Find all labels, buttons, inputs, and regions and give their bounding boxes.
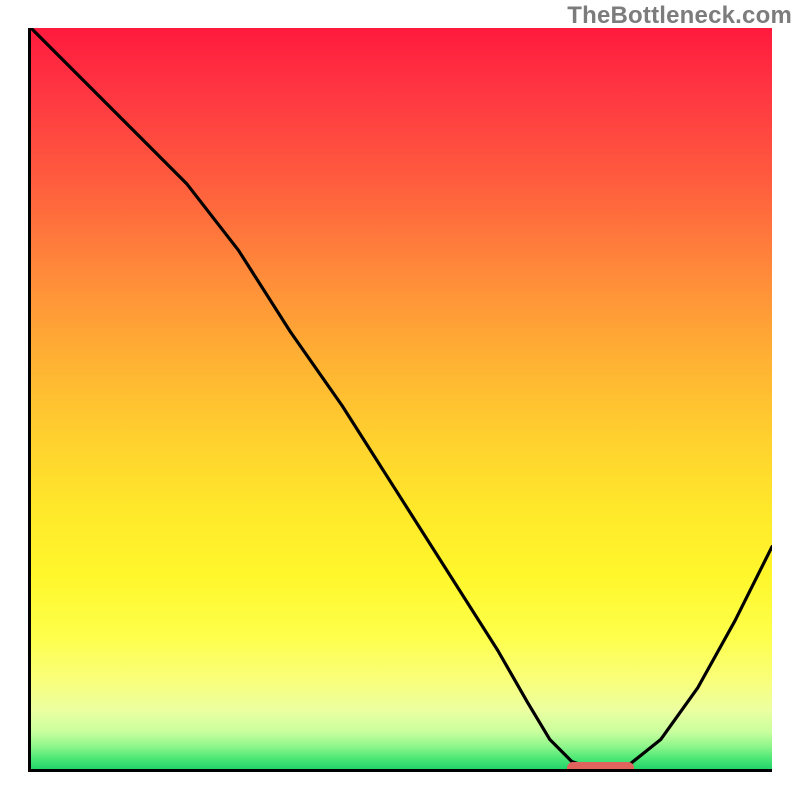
curve-path [31,28,772,769]
optimal-range-marker [567,762,634,772]
chart-canvas: TheBottleneck.com [0,0,800,800]
watermark-text: TheBottleneck.com [567,2,792,30]
bottleneck-curve [31,28,772,769]
plot-area [28,28,772,772]
